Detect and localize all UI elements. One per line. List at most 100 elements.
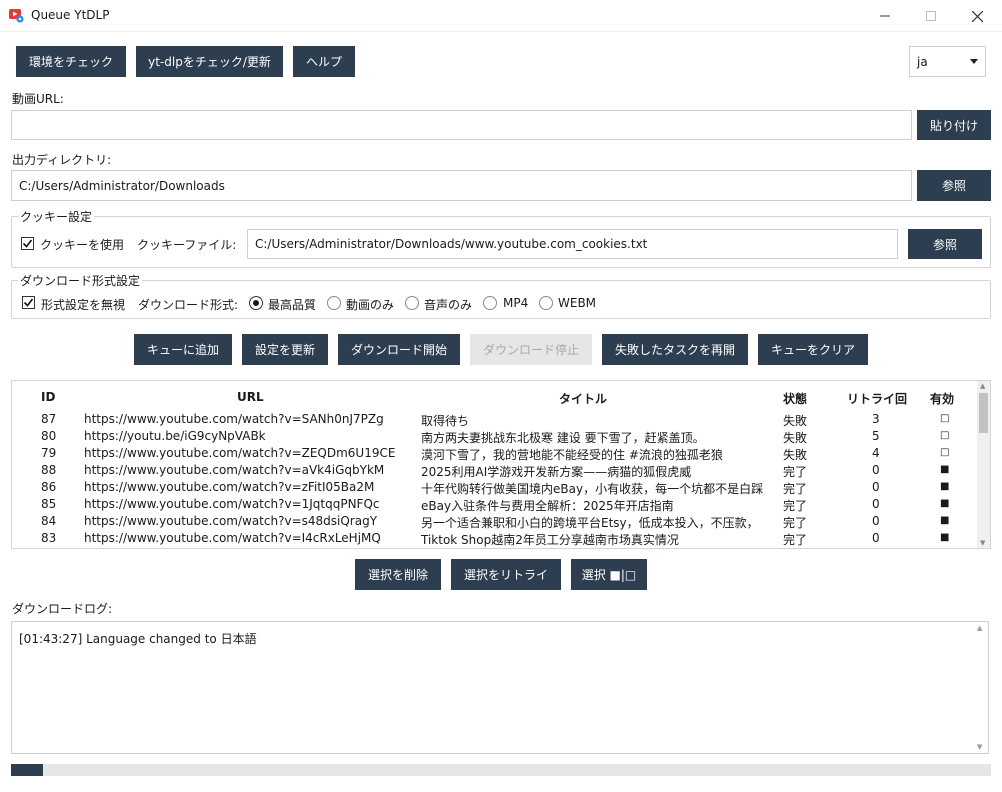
ignore-format-checkbox[interactable]	[22, 296, 35, 309]
scroll-down-icon: ▼	[980, 539, 986, 547]
language-select[interactable]: ja	[909, 46, 986, 77]
cell-title: 十年代购转行做美国境内eBay，小有收获，每一个坑都不是白踩	[421, 482, 764, 496]
check-ytdlp-button[interactable]: yt-dlpをチェック/更新	[136, 46, 283, 77]
progress-bar	[11, 764, 991, 776]
resume-failed-button[interactable]: 失敗したタスクを再開	[602, 334, 748, 365]
cell-url: https://www.youtube.com/watch?v=zFitI05B…	[84, 480, 375, 494]
add-queue-button[interactable]: キューに追加	[134, 334, 232, 365]
scroll-down-icon: ▼	[977, 743, 983, 751]
clear-queue-button[interactable]: キューをクリア	[758, 334, 868, 365]
output-browse-button[interactable]: 参照	[917, 170, 991, 201]
cell-enabled[interactable]: ■	[940, 481, 954, 492]
toggle-selected-button[interactable]: 選択 ■|□	[571, 559, 647, 590]
paste-button[interactable]: 貼り付け	[917, 110, 991, 140]
radio-audio-only-label: 音声のみ	[424, 298, 473, 312]
cell-enabled[interactable]: ■	[940, 515, 954, 526]
checkmark-icon	[22, 239, 33, 248]
table-row[interactable]: 85 https://www.youtube.com/watch?v=1Jqtqq…	[12, 496, 977, 513]
cell-retry: 4	[872, 446, 880, 460]
minimize-button[interactable]	[862, 0, 908, 32]
queue-table[interactable]: ID URL タイトル 状態 リトライ回 有効 87 https://www.yo…	[11, 380, 991, 549]
cell-url: https://www.youtube.com/watch?v=1JqtqqPN…	[84, 497, 380, 511]
cookie-browse-button[interactable]: 参照	[908, 229, 982, 259]
table-scrollbar[interactable]: ▲ ▼	[977, 381, 990, 548]
cell-enabled[interactable]: □	[940, 413, 954, 424]
cell-id: 86	[41, 480, 57, 494]
cell-id: 87	[41, 412, 57, 426]
minimize-icon	[880, 15, 890, 17]
close-icon	[971, 10, 983, 22]
cell-id: 88	[41, 463, 57, 477]
cell-title: Tiktok Shop越南2年员工分享越南市场真实情况	[421, 533, 679, 547]
radio-video-only[interactable]	[327, 296, 341, 310]
scroll-thumb[interactable]	[979, 393, 988, 433]
cell-enabled[interactable]: □	[940, 447, 954, 458]
start-download-button[interactable]: ダウンロード開始	[338, 334, 460, 365]
cookie-file-input[interactable]: C:/Users/Administrator/Downloads/www.you…	[247, 229, 898, 259]
table-row[interactable]: 84 https://www.youtube.com/watch?v=s48dsi…	[12, 513, 977, 530]
maximize-button[interactable]	[908, 0, 954, 32]
radio-best-quality[interactable]	[249, 296, 263, 310]
radio-best-quality-label: 最高品質	[268, 298, 317, 312]
cell-url: https://www.youtube.com/watch?v=ZEQDm6U1…	[84, 446, 396, 460]
table-row[interactable]: 87 https://www.youtube.com/watch?v=SANh0n…	[12, 411, 977, 428]
cell-enabled[interactable]: ■	[940, 498, 954, 509]
cell-title: 2025利用AI学游戏开发新方案——病猫的狐假虎威	[421, 465, 692, 479]
col-header-retry[interactable]: リトライ回	[847, 390, 907, 407]
cell-status: 完了	[783, 533, 808, 547]
col-header-enabled[interactable]: 有効	[930, 390, 954, 407]
maximize-icon	[926, 11, 936, 21]
close-button[interactable]	[954, 0, 1000, 32]
radio-audio-only[interactable]	[405, 296, 419, 310]
table-row[interactable]: 83 https://www.youtube.com/watch?v=I4cRxL…	[12, 530, 977, 547]
cell-url: https://www.youtube.com/watch?v=I4cRxLeH…	[84, 531, 381, 545]
col-header-status[interactable]: 状態	[783, 390, 807, 407]
table-row[interactable]: 88 https://www.youtube.com/watch?v=aVk4iG…	[12, 462, 977, 479]
cell-status: 完了	[783, 516, 808, 530]
cell-enabled[interactable]: ■	[940, 464, 954, 475]
cell-id: 79	[41, 446, 57, 460]
cell-title: 另一个适合兼职和小白的跨境平台Etsy，低成本投入，不压款，	[421, 516, 759, 530]
cell-retry: 5	[872, 429, 880, 443]
cookie-group-title: クッキー設定	[18, 208, 95, 225]
radio-video-only-label: 動画のみ	[346, 298, 395, 312]
url-label: 動画URL:	[12, 92, 64, 106]
radio-webm[interactable]	[539, 296, 553, 310]
check-env-button[interactable]: 環境をチェック	[16, 46, 126, 77]
col-header-url[interactable]: URL	[237, 390, 264, 404]
chevron-down-icon	[970, 59, 978, 64]
output-dir-input[interactable]: C:/Users/Administrator/Downloads	[11, 170, 912, 201]
cell-url: https://www.youtube.com/watch?v=SANh0nJ7…	[84, 412, 384, 426]
language-value: ja	[917, 55, 928, 69]
url-input[interactable]	[11, 110, 912, 140]
table-row[interactable]: 79 https://www.youtube.com/watch?v=ZEQDm6…	[12, 445, 977, 462]
cell-url: https://www.youtube.com/watch?v=aVk4iGqb…	[84, 463, 385, 477]
cell-id: 80	[41, 429, 57, 443]
cell-status: 完了	[783, 465, 808, 479]
table-row[interactable]: 80 https://youtu.be/iG9cyNpVABk 南方两夫妻挑战东北极…	[12, 428, 977, 445]
use-cookie-checkbox[interactable]	[21, 237, 34, 250]
stop-download-button[interactable]: ダウンロード停止	[470, 334, 592, 365]
col-header-title[interactable]: タイトル	[559, 390, 607, 407]
window-title: Queue YtDLP	[31, 8, 110, 22]
radio-mp4[interactable]	[483, 296, 497, 310]
table-row[interactable]: 86 https://www.youtube.com/watch?v=zFitI0…	[12, 479, 977, 496]
cell-id: 85	[41, 497, 57, 511]
col-header-id[interactable]: ID	[41, 390, 55, 404]
cell-status: 失敗	[783, 414, 808, 428]
cell-enabled[interactable]: ■	[940, 532, 954, 543]
progress-fill	[11, 764, 44, 776]
retry-selected-button[interactable]: 選択をリトライ	[451, 559, 561, 590]
log-area[interactable]: [01:43:27] Language changed to 日本語 ▲ ▼	[11, 621, 989, 754]
cell-status: 失敗	[783, 431, 808, 445]
delete-selected-button[interactable]: 選択を削除	[355, 559, 441, 590]
help-button[interactable]: ヘルプ	[293, 46, 355, 77]
cell-status: 完了	[783, 482, 808, 496]
cell-enabled[interactable]: □	[940, 430, 954, 441]
format-group-title: ダウンロード形式設定	[18, 272, 143, 289]
update-settings-button[interactable]: 設定を更新	[242, 334, 328, 365]
cell-retry: 0	[872, 497, 880, 511]
log-scrollbar[interactable]: ▲ ▼	[974, 622, 988, 753]
format-label: ダウンロード形式:	[138, 298, 239, 312]
log-text: [01:43:27] Language changed to 日本語	[19, 632, 257, 646]
